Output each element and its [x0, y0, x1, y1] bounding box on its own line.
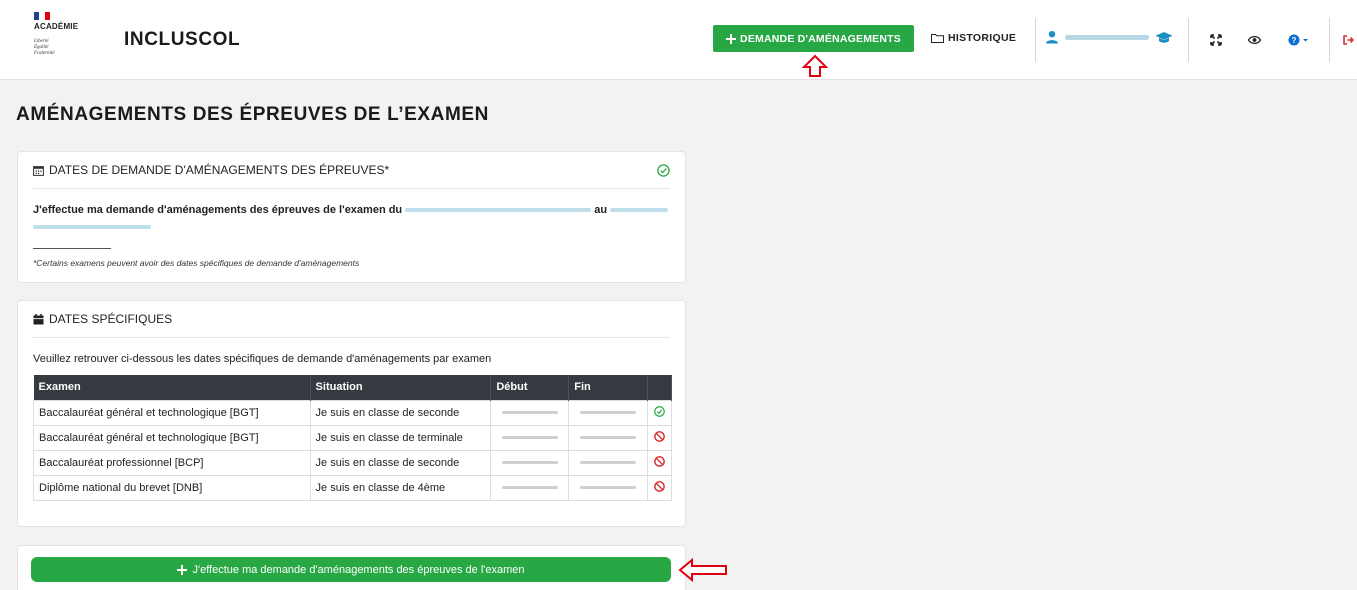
page-title: AMÉNAGEMENTS DES ÉPREUVES DE L’EXAMEN — [16, 104, 489, 125]
date-end-redacted — [610, 208, 669, 213]
table-row: Baccalauréat général et technologique [B… — [33, 399, 672, 426]
dates-specifiques-card: DATES SPÉCIFIQUES Veuillez retrouver ci-… — [17, 300, 686, 527]
graduation-cap-icon — [1155, 31, 1173, 43]
cell-debut — [490, 424, 570, 451]
app-header: ACADÉMIE Liberté Égalité Fraternité INCL… — [0, 0, 1357, 80]
help-icon: ? — [1288, 34, 1308, 46]
table-row: Diplôme national du brevet [DNB] Je suis… — [33, 474, 672, 501]
footnote-rule — [33, 248, 111, 249]
card-header: DATES DE DEMANDE D'AMÉNAGEMENTS DES ÉPRE… — [33, 152, 670, 189]
date-end-redacted-2 — [33, 225, 151, 230]
separator — [1035, 18, 1036, 62]
nav-historique[interactable]: HISTORIQUE — [931, 32, 1016, 44]
cell-debut — [490, 474, 570, 501]
logout-icon — [1342, 35, 1354, 45]
user-avatar-icon — [1046, 31, 1058, 44]
calendar-icon — [33, 313, 44, 324]
cell-fin — [568, 399, 649, 426]
cell-status — [647, 449, 672, 476]
logo-text: ACADÉMIE — [34, 22, 79, 31]
cell-status — [647, 474, 672, 501]
check-circle-icon — [657, 163, 670, 177]
submit-label: J'effectue ma demande d'aménagements des… — [192, 563, 525, 576]
table-header-row: Examen Situation Début Fin — [33, 375, 672, 400]
cell-fin — [568, 474, 649, 501]
historique-label: HISTORIQUE — [948, 32, 1017, 44]
cell-examen: Baccalauréat général et technologique [B… — [33, 399, 311, 426]
cell-situation: Je suis en classe de terminale — [309, 424, 492, 451]
ban-icon — [654, 455, 665, 467]
logo-motto: Liberté Égalité Fraternité — [34, 39, 55, 56]
user-menu[interactable] — [1045, 30, 1173, 44]
col-fin: Fin — [568, 375, 649, 400]
check-circle-icon — [654, 405, 665, 417]
help-button[interactable]: ? — [1286, 31, 1312, 49]
date-start-redacted — [405, 208, 592, 213]
ban-icon — [654, 480, 665, 492]
separator — [1188, 18, 1189, 62]
demande-label: DEMANDE D'AMÉNAGEMENTS — [740, 32, 901, 45]
app-title[interactable]: INCLUSCOL — [124, 29, 240, 51]
cell-examen: Diplôme national du brevet [DNB] — [33, 474, 311, 501]
cell-status — [647, 399, 672, 426]
dates-statement: J'effectue ma demande d'aménagements des… — [33, 202, 683, 236]
table-row: Baccalauréat professionnel [BCP] Je suis… — [33, 449, 672, 476]
fullscreen-button[interactable] — [1206, 31, 1226, 49]
folder-icon — [931, 34, 944, 43]
user-name-redacted — [1065, 34, 1149, 40]
cell-debut — [490, 399, 570, 426]
ban-icon — [654, 430, 665, 442]
demande-amenagements-button[interactable]: DEMANDE D'AMÉNAGEMENTS — [713, 25, 914, 52]
arrow-annotation — [802, 54, 828, 77]
cell-situation: Je suis en classe de seconde — [309, 449, 492, 476]
submit-demande-button[interactable]: J'effectue ma demande d'aménagements des… — [31, 557, 671, 582]
card-title: DATES SPÉCIFIQUES — [49, 312, 173, 326]
dates-demande-card: DATES DE DEMANDE D'AMÉNAGEMENTS DES ÉPRE… — [17, 151, 686, 283]
col-status — [647, 375, 672, 400]
card-title: DATES DE DEMANDE D'AMÉNAGEMENTS DES ÉPRE… — [49, 163, 390, 177]
card-header: DATES SPÉCIFIQUES — [33, 301, 670, 338]
cell-situation: Je suis en classe de seconde — [309, 399, 492, 426]
eye-icon — [1247, 35, 1261, 45]
accessibility-button[interactable] — [1244, 31, 1264, 49]
col-situation: Situation — [310, 375, 492, 400]
cell-situation: Je suis en classe de 4ème — [309, 474, 492, 501]
plus-icon — [726, 33, 737, 44]
calendar-icon — [33, 165, 44, 176]
logout-button[interactable] — [1341, 31, 1355, 49]
separator — [1329, 18, 1330, 62]
cell-debut — [490, 449, 570, 476]
french-flag-icon — [34, 12, 50, 20]
arrow-annotation — [678, 558, 727, 582]
footnote: *Certains examens peuvent avoir des date… — [33, 258, 360, 268]
cell-status — [647, 424, 672, 451]
svg-text:?: ? — [1292, 36, 1297, 45]
col-debut: Début — [490, 375, 570, 400]
cell-examen: Baccalauréat professionnel [BCP] — [33, 449, 311, 476]
table-row: Baccalauréat général et technologique [B… — [33, 424, 672, 451]
card-intro: Veuillez retrouver ci-dessous les dates … — [33, 353, 492, 365]
col-examen: Examen — [33, 375, 311, 400]
cell-fin — [568, 449, 649, 476]
expand-icon — [1210, 34, 1222, 46]
plus-icon — [177, 564, 188, 575]
specific-dates-table: Examen Situation Début Fin Baccalauréat … — [33, 375, 672, 501]
academie-logo[interactable]: ACADÉMIE Liberté Égalité Fraternité — [34, 12, 94, 68]
cell-fin — [568, 424, 649, 451]
cell-examen: Baccalauréat général et technologique [B… — [33, 424, 311, 451]
